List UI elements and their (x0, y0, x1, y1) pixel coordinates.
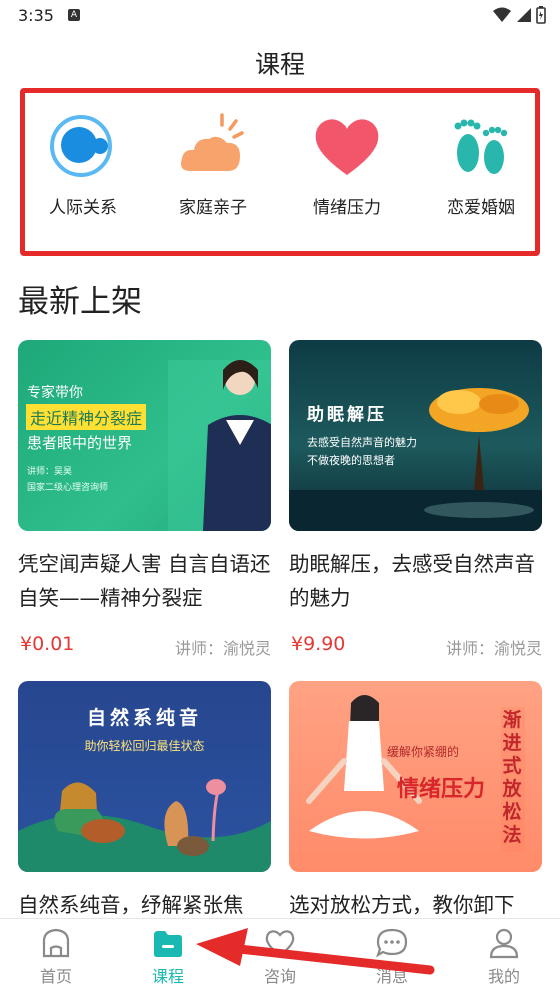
tab-label: 我的 (487, 967, 520, 986)
chat-bubble-icon (376, 928, 408, 958)
course-thumbnail[interactable]: 专家带你 走近精神分裂症 患者眼中的世界 讲师：吴昊 国家二级心理咨询师 (18, 340, 271, 531)
tab-courses[interactable]: 课程 (112, 927, 224, 987)
signal-icon (517, 8, 531, 22)
category-item-emotion[interactable]: 情绪压力 (287, 111, 407, 218)
course-lecturer: 讲师：渝悦灵 (174, 639, 271, 658)
thumb-text: 助眠解压 (307, 405, 387, 425)
category-label: 人际关系 (49, 198, 117, 218)
heart-outline-icon (265, 930, 295, 957)
folder-icon (154, 931, 182, 957)
thumb-text: 讲师：吴昊 (27, 467, 73, 477)
course-card[interactable]: 专家带你 走近精神分裂症 患者眼中的世界 讲师：吴昊 国家二级心理咨询师 凭空闻… (18, 340, 271, 658)
footprints-icon (454, 119, 508, 174)
thumb-text: 国家二级心理咨询师 (27, 483, 109, 493)
tab-label: 首页 (39, 967, 72, 986)
thumb-text: 走近精神分裂症 (26, 404, 147, 430)
category-label: 恋爱婚姻 (447, 198, 515, 218)
status-time: 3:35 (18, 6, 54, 25)
course-price: ¥9.90 (291, 633, 346, 655)
category-label: 情绪压力 (313, 198, 381, 218)
course-card[interactable]: 助眠解压 去感受自然声音的魅力 不做夜晚的思想者 助眠解压，去感受自然声音的魅力… (289, 340, 542, 658)
battery-icon (536, 6, 546, 24)
tab-label: 咨询 (263, 967, 296, 986)
tab-profile[interactable]: 我的 (448, 927, 560, 987)
course-title[interactable]: 助眠解压，去感受自然声音的魅力 (289, 547, 542, 615)
tab-home[interactable]: 首页 (0, 927, 112, 987)
tab-label: 课程 (151, 967, 184, 986)
category-item-relationships[interactable]: 人际关系 (23, 111, 143, 218)
thumb-text: 专家带你 (27, 385, 83, 401)
thumb-text: 缓解你紧绷的 (387, 745, 460, 759)
page-title: 课程 (254, 50, 305, 79)
course-meta: ¥9.90 讲师：渝悦灵 (289, 633, 542, 658)
thumb-text: 去感受自然声音的魅力 (307, 436, 417, 449)
person-icon (489, 928, 519, 959)
section-title: 最新上架 (18, 284, 142, 320)
status-bar: 3:35 A (0, 0, 560, 32)
tab-consult[interactable]: 咨询 (224, 927, 336, 987)
people-circle-icon (50, 115, 112, 177)
thumb-text: 助你轻松回归最佳状态 (84, 739, 205, 753)
course-title[interactable]: 凭空闻声疑人害 自言自语还自笑——精神分裂症 (18, 547, 271, 615)
thumb-text: 不做夜晚的思想者 (307, 454, 395, 467)
course-card[interactable]: 缓解你紧绷的 情绪压力 渐进式放松法 选对放松方式，教你卸下 (289, 681, 542, 956)
cloud-sun-icon (181, 113, 244, 171)
course-price: ¥0.01 (20, 633, 75, 655)
tab-messages[interactable]: 消息 (336, 927, 448, 987)
course-meta: ¥0.01 讲师：渝悦灵 (18, 633, 271, 658)
course-lecturer: 讲师：渝悦灵 (445, 639, 542, 658)
thumb-text: 情绪压力 (397, 777, 486, 802)
home-icon (42, 928, 70, 958)
tab-label: 消息 (375, 967, 408, 986)
category-item-love[interactable]: 恋爱婚姻 (421, 111, 541, 218)
category-item-family[interactable]: 家庭亲子 (153, 111, 273, 218)
thumb-text: 患者眼中的世界 (27, 434, 133, 452)
course-thumbnail[interactable]: 缓解你紧绷的 情绪压力 渐进式放松法 (289, 681, 542, 872)
category-label: 家庭亲子 (179, 198, 247, 218)
thumb-text: 自然系纯音 (86, 707, 202, 729)
course-card[interactable]: 自然系纯音 助你轻松回归最佳状态 自然系纯音，纾解紧张焦 (18, 681, 271, 956)
notification-icon: A (68, 9, 80, 21)
course-thumbnail[interactable]: 助眠解压 去感受自然声音的魅力 不做夜晚的思想者 (289, 340, 542, 531)
status-icons (492, 6, 546, 24)
wifi-icon (493, 7, 511, 22)
heart-icon (315, 119, 379, 175)
course-thumbnail[interactable]: 自然系纯音 助你轻松回归最佳状态 (18, 681, 271, 872)
thumb-text: 渐进式放松法 (502, 709, 522, 846)
bottom-tab-bar: 首页 课程 咨询 消息 我的 (0, 918, 560, 997)
category-panel: 人际关系 家庭亲子 情绪压力 恋爱婚姻 (20, 88, 540, 256)
